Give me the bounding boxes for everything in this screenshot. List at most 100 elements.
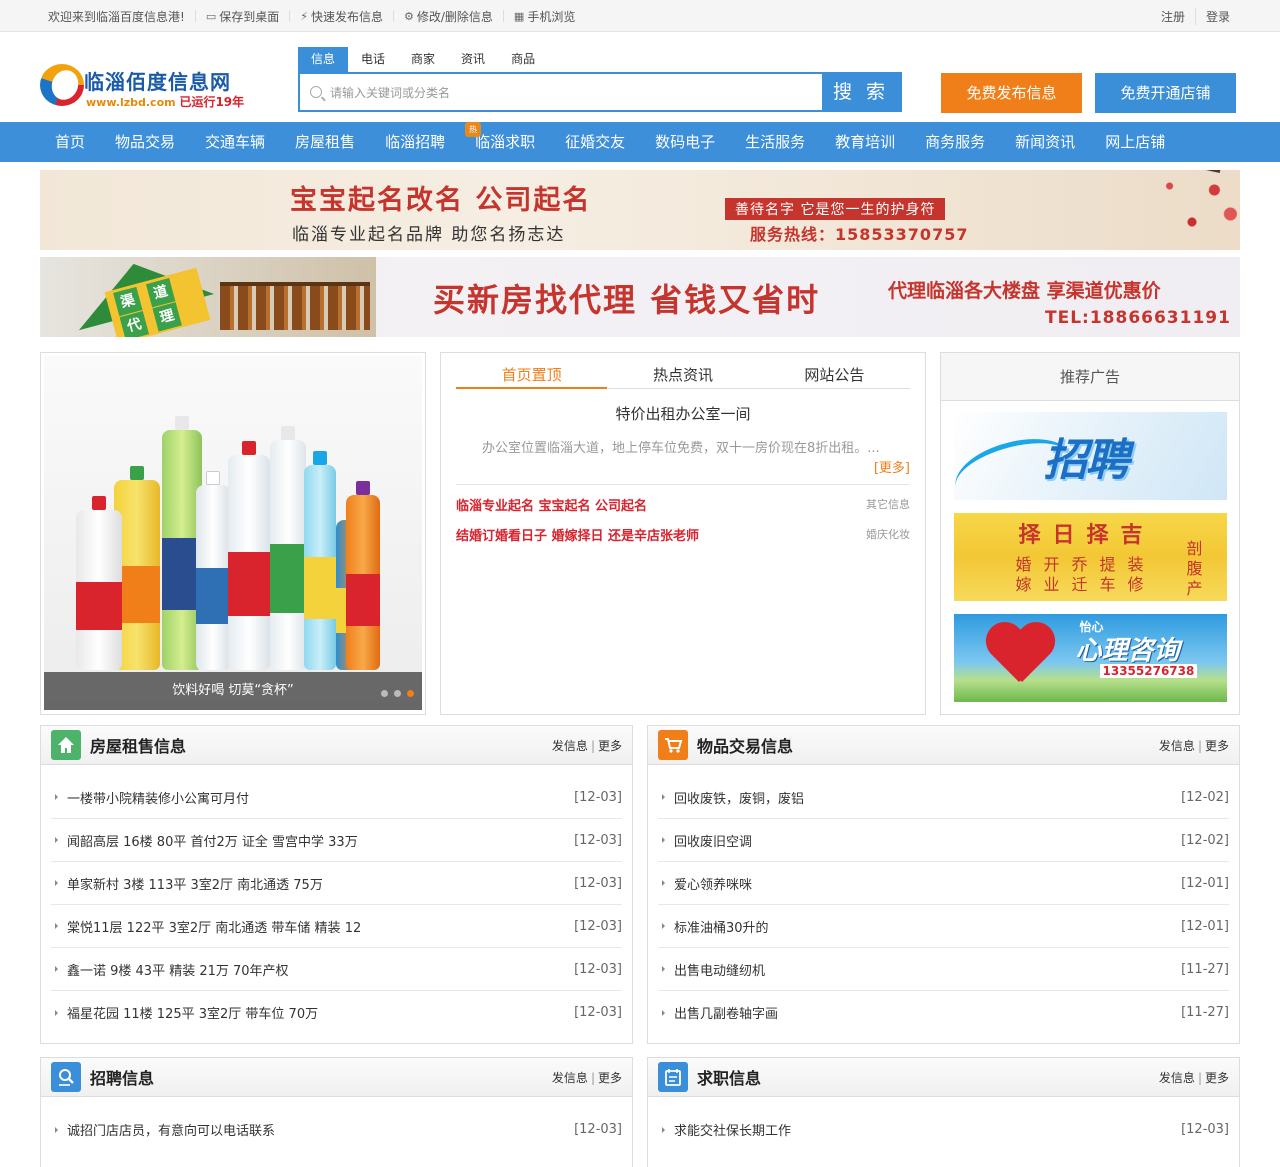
- list-item[interactable]: 求能交社保长期工作 [12-03]: [658, 1108, 1229, 1151]
- box-title[interactable]: 房屋租售信息: [90, 733, 186, 757]
- list-item[interactable]: 闻韶高层 16楼 80平 首付2万 证全 雪宫中学 33万 [12-03]: [51, 819, 622, 862]
- search-tab-info[interactable]: 信息: [298, 47, 349, 72]
- box-title[interactable]: 物品交易信息: [697, 733, 793, 757]
- search-tab-merchant[interactable]: 商家: [398, 47, 448, 72]
- publish-info-button[interactable]: 免费发布信息: [941, 73, 1082, 113]
- list-item-title[interactable]: 爱心领养咪咪: [662, 874, 752, 893]
- search-tab-news[interactable]: 资讯: [448, 47, 498, 72]
- nav-dating[interactable]: 征婚交友: [550, 122, 640, 162]
- nav-recruitment[interactable]: 临淄招聘: [370, 122, 460, 162]
- slider-dot[interactable]: [394, 690, 401, 697]
- list-item-date: [12-03]: [1181, 1122, 1229, 1137]
- calendar-icon: [658, 1062, 688, 1092]
- slider-dot-active[interactable]: [407, 690, 414, 697]
- news-headline[interactable]: 特价出租办公室一间: [456, 403, 910, 424]
- list-item-title[interactable]: 闻韶高层 16楼 80平 首付2万 证全 雪宫中学 33万: [55, 831, 358, 850]
- logo-running: 已运行19年: [179, 95, 245, 109]
- nav-home[interactable]: 首页: [40, 122, 100, 162]
- date-ad-title: 择日择吉: [1018, 523, 1155, 548]
- list-item-title[interactable]: 福星花园 11楼 125平 3室2厅 带车位 70万: [55, 1003, 318, 1022]
- news-item-category: 婚庆化妆: [866, 528, 910, 541]
- mobile-browse-link[interactable]: ▦ 手机浏览: [502, 9, 585, 24]
- list-item-title[interactable]: 出售几副卷轴字画: [662, 1003, 778, 1022]
- more-link[interactable]: 更多: [1205, 739, 1229, 753]
- nav-real-estate[interactable]: 房屋租售: [280, 122, 370, 162]
- quick-publish-link[interactable]: ⚡ 快速发布信息: [289, 10, 393, 24]
- tab-top-posts[interactable]: 首页置顶: [456, 363, 608, 389]
- list-item[interactable]: 标准油桶30升的 [12-01]: [658, 905, 1229, 948]
- list-item[interactable]: 棠悦11层 122平 3室2厅 南北通透 带车储 精装 12 [12-03]: [51, 905, 622, 948]
- list-item-title[interactable]: 回收废旧空调: [662, 831, 752, 850]
- nav-goods-trade[interactable]: 物品交易: [100, 122, 190, 162]
- slide-caption: 饮料好喝 切莫“贪杯”: [44, 672, 422, 710]
- list-item[interactable]: 单家新村 3楼 113平 3室2厅 南北通透 75万 [12-03]: [51, 862, 622, 905]
- box-title[interactable]: 求职信息: [697, 1065, 761, 1089]
- banner-naming-ad[interactable]: 宝宝起名改名 公司起名 临淄专业起名品牌 助您名扬志达 善待名字 它是您一生的护…: [40, 170, 1240, 250]
- list-item[interactable]: 出售电动缝纫机 [11-27]: [658, 948, 1229, 991]
- nav-news[interactable]: 新闻资讯: [1000, 122, 1090, 162]
- post-info-link[interactable]: 发信息: [1159, 1071, 1195, 1085]
- list-item[interactable]: 爱心领养咪咪 [12-01]: [658, 862, 1229, 905]
- box-header: 招聘信息 发信息 | 更多: [41, 1058, 632, 1097]
- edit-delete-link[interactable]: ⚙ 修改/删除信息: [392, 9, 503, 24]
- nav-business[interactable]: 商务服务: [910, 122, 1000, 162]
- slider-dot[interactable]: [381, 690, 388, 697]
- list-item[interactable]: 一楼带小院精装修小公寓可月付 [12-03]: [51, 776, 622, 819]
- more-link[interactable]: 更多: [1205, 1071, 1229, 1085]
- gear-icon: ⚙: [403, 9, 414, 23]
- counseling-ad[interactable]: 怡心 心理咨询 13355276738: [953, 614, 1227, 702]
- search-input[interactable]: 请输入关键词或分类名: [300, 74, 822, 110]
- list-item-title[interactable]: 回收废铁，废铜，废铝: [662, 788, 804, 807]
- top-bar: 欢迎来到临淄百度信息港! ▭ 保存到桌面 ⚡ 快速发布信息 ⚙ 修改/删除信息 ▦ 手机…: [0, 0, 1280, 32]
- slide-image[interactable]: 饮料好喝 切莫“贪杯”: [44, 356, 422, 710]
- nav-education[interactable]: 教育培训: [820, 122, 910, 162]
- login-link[interactable]: 登录: [1194, 7, 1240, 25]
- box-title[interactable]: 招聘信息: [90, 1065, 154, 1089]
- banner-property-agent-ad[interactable]: 渠 道 代 理 买新房找代理 省钱又省时 代理临淄各大楼盘 享渠道优惠价 TEL…: [40, 257, 1240, 337]
- list-item[interactable]: 诚招门店店员，有意向可以电话联系 [12-03]: [51, 1108, 622, 1151]
- list-item-title[interactable]: 鑫一诺 9楼 43平 精装 21万 70年产权: [55, 960, 289, 979]
- post-info-link[interactable]: 发信息: [1159, 739, 1195, 753]
- register-link[interactable]: 注册: [1151, 8, 1195, 25]
- list-item-title[interactable]: 一楼带小院精装修小公寓可月付: [55, 788, 249, 807]
- open-store-button[interactable]: 免费开通店铺: [1095, 73, 1236, 113]
- nav-vehicles[interactable]: 交通车辆: [190, 122, 280, 162]
- site-logo[interactable]: 临淄佰度信息网 www.lzbd.com 已运行19年: [40, 60, 250, 110]
- news-item-title[interactable]: 临淄专业起名 宝宝起名 公司起名: [456, 495, 647, 514]
- date-selection-ad[interactable]: 择日择吉 婚开乔提装嫁业迁车修 剖腹产: [953, 513, 1227, 601]
- search-placeholder: 请输入关键词或分类名: [330, 85, 451, 100]
- news-item-title[interactable]: 结婚订婚看日子 婚嫁择日 还是辛店张老师: [456, 525, 699, 544]
- nav-online-stores[interactable]: 网上店铺: [1090, 122, 1180, 162]
- tab-hot-news[interactable]: 热点资讯: [607, 363, 758, 388]
- nav-life-services[interactable]: 生活服务: [730, 122, 820, 162]
- main-nav: 首页 物品交易 交通车辆 房屋租售 临淄招聘 临淄求职 征婚交友 数码电子 生活…: [0, 122, 1280, 162]
- post-info-link[interactable]: 发信息: [552, 1071, 588, 1085]
- news-item[interactable]: 临淄专业起名 宝宝起名 公司起名 其它信息: [456, 489, 910, 519]
- save-to-desktop-link[interactable]: ▭ 保存到桌面: [194, 10, 289, 24]
- image-slider[interactable]: 饮料好喝 切莫“贪杯”: [40, 352, 426, 715]
- list-item[interactable]: 出售几副卷轴字画 [11-27]: [658, 991, 1229, 1034]
- list-item-title[interactable]: 诚招门店店员，有意向可以电话联系: [55, 1120, 275, 1139]
- list-item-title[interactable]: 单家新村 3楼 113平 3室2厅 南北通透 75万: [55, 874, 323, 893]
- more-link[interactable]: 更多: [598, 739, 622, 753]
- post-info-link[interactable]: 发信息: [552, 739, 588, 753]
- list-item[interactable]: 回收废旧空调 [12-02]: [658, 819, 1229, 862]
- search-tab-goods[interactable]: 商品: [498, 47, 548, 72]
- list-item[interactable]: 回收废铁，废铜，废铝 [12-02]: [658, 776, 1229, 819]
- more-link[interactable]: 更多: [598, 1071, 622, 1085]
- list-item-title[interactable]: 求能交社保长期工作: [662, 1120, 791, 1139]
- search-tab-phone[interactable]: 电话: [348, 47, 398, 72]
- search-button[interactable]: 搜 索: [822, 74, 900, 110]
- recruitment-ad[interactable]: 招聘: [953, 412, 1227, 500]
- tab-announcements[interactable]: 网站公告: [759, 363, 910, 388]
- news-more-link: [更多]: [456, 457, 910, 485]
- list-item[interactable]: 鑫一诺 9楼 43平 精装 21万 70年产权 [12-03]: [51, 948, 622, 991]
- list-item[interactable]: 福星花园 11楼 125平 3室2厅 带车位 70万 [12-03]: [51, 991, 622, 1034]
- more-link[interactable]: [更多]: [874, 461, 910, 476]
- nav-electronics[interactable]: 数码电子: [640, 122, 730, 162]
- news-item[interactable]: 结婚订婚看日子 婚嫁择日 还是辛店张老师 婚庆化妆: [456, 519, 910, 549]
- list-item-title[interactable]: 棠悦11层 122平 3室2厅 南北通透 带车储 精装 12: [55, 917, 361, 936]
- qrcode-icon: ▦: [513, 9, 525, 23]
- list-item-title[interactable]: 标准油桶30升的: [662, 917, 769, 936]
- list-item-title[interactable]: 出售电动缝纫机: [662, 960, 765, 979]
